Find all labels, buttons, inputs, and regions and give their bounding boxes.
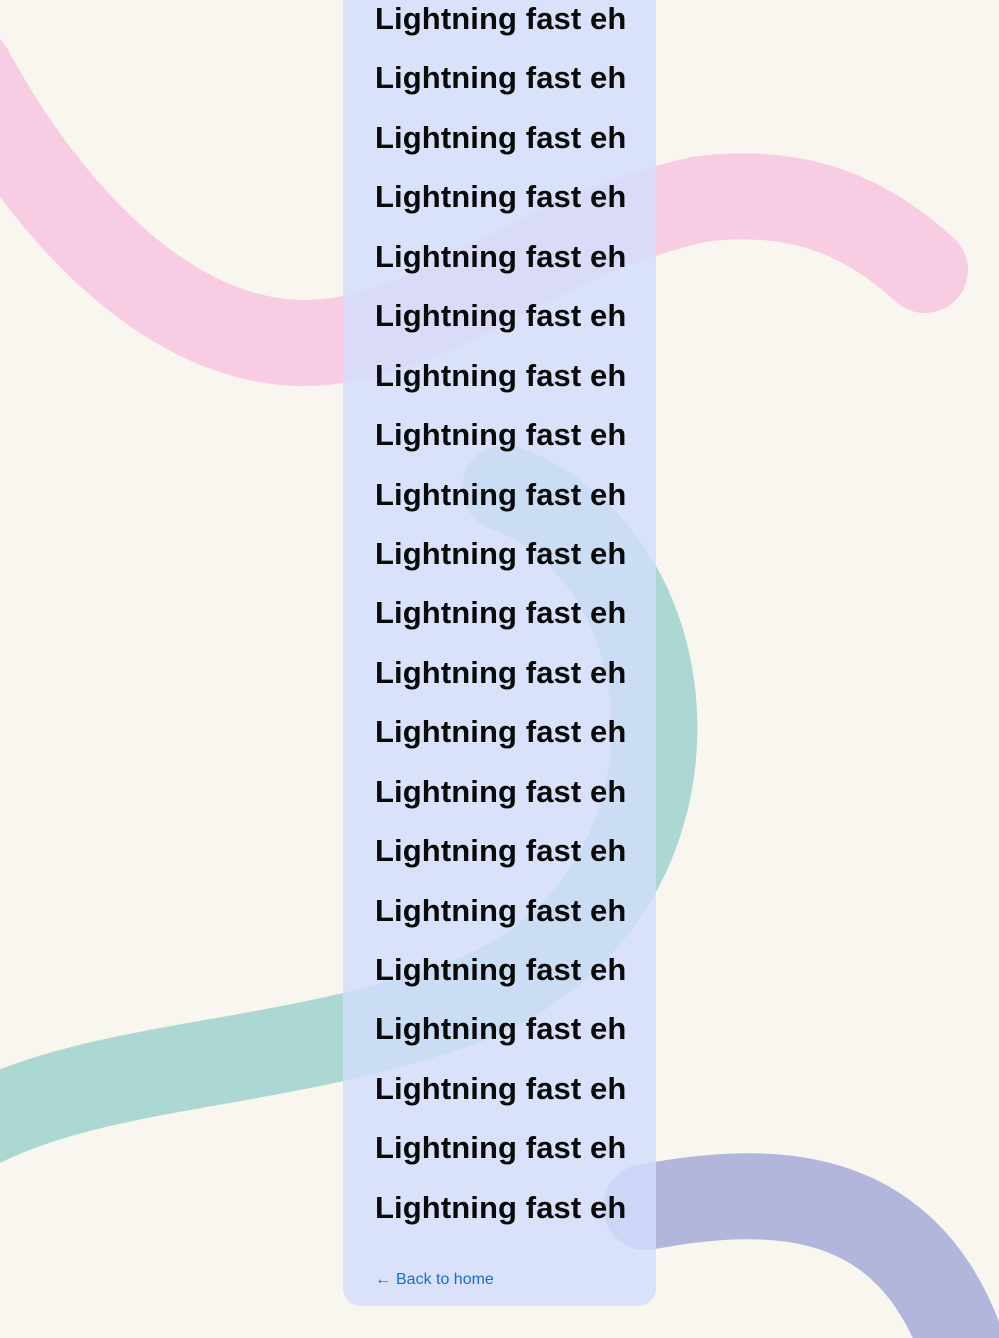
text-line: Lightning fast eh <box>375 535 627 571</box>
purple-swoosh <box>603 1153 999 1338</box>
text-line: Lightning fast eh <box>375 714 627 750</box>
text-line: Lightning fast eh <box>375 476 627 512</box>
text-line: Lightning fast eh <box>375 179 627 215</box>
text-line: Lightning fast eh <box>375 654 627 690</box>
text-line: Lightning fast eh <box>375 1070 627 1106</box>
text-line: Lightning fast eh <box>375 952 627 987</box>
text-line: Lightning fast eh <box>375 357 627 393</box>
back-to-home-label: Back to home <box>396 1271 494 1288</box>
text-line: Lightning fast eh <box>375 1 627 36</box>
text-line: Lightning fast eh <box>375 298 627 334</box>
text-line: Lightning fast eh <box>375 119 627 155</box>
back-arrow-icon: ← <box>375 1271 391 1288</box>
text-line: Lightning fast eh <box>375 595 627 631</box>
text-line: Lightning fast eh <box>375 1130 627 1166</box>
text-line: Lightning fast eh <box>375 833 627 869</box>
text-line: Lightning fast eh <box>375 417 627 453</box>
back-to-home-link[interactable]: ← Back to home <box>375 1271 494 1289</box>
text-line: Lightning fast eh <box>375 1189 627 1225</box>
text-line: Lightning fast eh <box>375 60 627 96</box>
page: Lightning fast eh Lightning fast eh Lightn… <box>0 0 999 1338</box>
text-line: Lightning fast eh <box>375 238 627 274</box>
text-list: Lightning fast eh Lightning fast eh Lightn… <box>343 0 656 1247</box>
text-line: Lightning fast eh <box>375 1011 627 1047</box>
content-card: Lightning fast eh Lightning fast eh Lightn… <box>343 0 656 1306</box>
text-line: Lightning fast eh <box>375 773 627 809</box>
text-line: Lightning fast eh <box>375 892 627 928</box>
